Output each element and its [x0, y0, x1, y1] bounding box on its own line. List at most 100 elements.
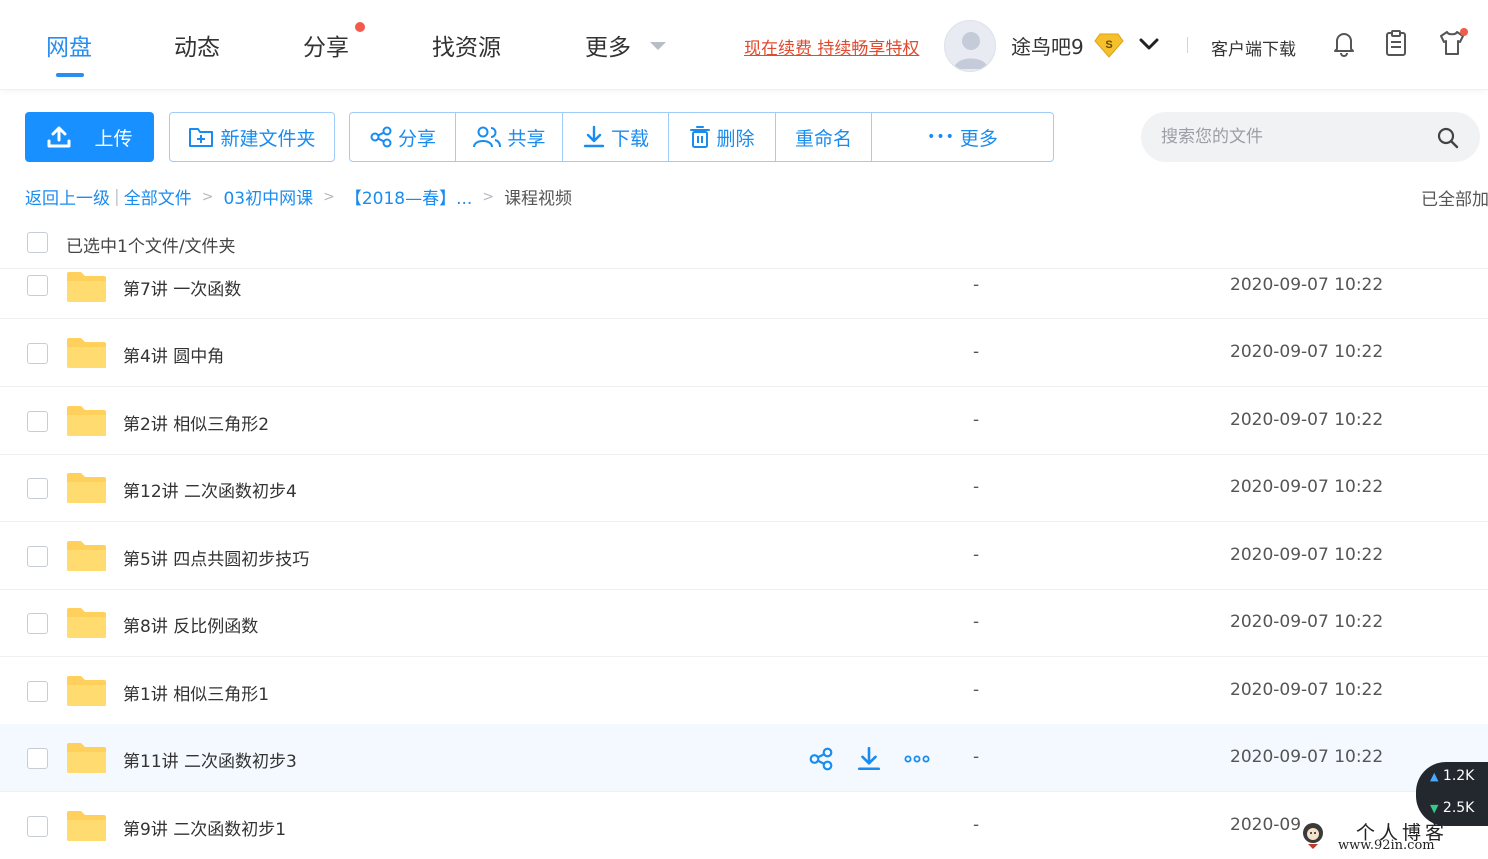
file-size: -: [973, 410, 980, 430]
username[interactable]: 途鸟吧9: [1011, 31, 1084, 60]
row-more-icon[interactable]: [904, 746, 930, 772]
watermark: 个人博客 www.92in.com: [1298, 818, 1478, 858]
nav-active-underline: [56, 73, 84, 77]
table-row[interactable]: 第7讲 一次函数 - 2020-09-07 10:22: [0, 269, 1488, 319]
nav-tab-activity[interactable]: 动态: [174, 28, 220, 62]
row-hover-actions: [808, 746, 930, 772]
search-icon[interactable]: [1436, 126, 1460, 150]
upload-label: 上传: [94, 127, 133, 150]
folder-icon: [67, 811, 106, 841]
arrow-down-icon: ▼: [1430, 802, 1439, 815]
breadcrumb-arrow: >: [482, 188, 495, 205]
folder-icon: [67, 272, 106, 302]
file-name[interactable]: 第4讲 圆中角: [123, 342, 224, 367]
table-row[interactable]: 第1讲 相似三角形1 - 2020-09-07 10:22: [0, 657, 1488, 725]
folder-icon: [67, 473, 106, 503]
breadcrumb-2018-spring[interactable]: 【2018—春】...: [345, 184, 472, 209]
new-folder-label: 新建文件夹: [220, 127, 316, 150]
file-name[interactable]: 第1讲 相似三角形1: [123, 680, 269, 705]
new-folder-icon: [189, 128, 214, 147]
share-icon: [370, 126, 392, 148]
new-folder-button[interactable]: 新建文件夹: [169, 112, 335, 162]
transfer-speed-widget[interactable]: ▲ 1.2K ▼ 2.5K: [1416, 762, 1488, 826]
breadcrumb-back-link[interactable]: 返回上一级: [25, 184, 110, 209]
co-share-button[interactable]: 共享: [456, 113, 563, 161]
rename-button[interactable]: 重命名: [776, 113, 872, 161]
file-name[interactable]: 第5讲 四点共圆初步技巧: [123, 545, 309, 570]
bell-icon[interactable]: [1329, 28, 1359, 58]
delete-button[interactable]: 删除: [669, 113, 776, 161]
row-checkbox[interactable]: [27, 816, 48, 837]
table-row-hovered[interactable]: 第11讲 二次函数初步3 - 2020-09-07 10:22: [0, 724, 1488, 792]
file-date: 2020-09-07 10:22: [1230, 477, 1384, 497]
shirt-notification-dot: [1460, 28, 1468, 36]
breadcrumb-arrow: >: [201, 188, 214, 205]
loaded-all-status: 已全部加: [1421, 190, 1488, 210]
row-checkbox[interactable]: [27, 613, 48, 634]
select-all-checkbox[interactable]: [27, 232, 48, 253]
folder-icon: [67, 743, 106, 773]
upload-speed: ▲ 1.2K: [1430, 768, 1474, 784]
table-row[interactable]: 第4讲 圆中角 - 2020-09-07 10:22: [0, 319, 1488, 387]
file-date: 2020-09-07 10:22: [1230, 747, 1384, 767]
table-row[interactable]: 第12讲 二次函数初步4 - 2020-09-07 10:22: [0, 454, 1488, 522]
share-button[interactable]: 分享: [350, 113, 456, 161]
row-checkbox[interactable]: [27, 478, 48, 499]
avatar[interactable]: [944, 20, 996, 72]
client-download-link[interactable]: 客户端下载: [1211, 35, 1296, 60]
user-silhouette-icon: [954, 32, 988, 69]
user-menu-chevron-down-icon[interactable]: [1138, 35, 1160, 53]
rename-label: 重命名: [794, 127, 852, 150]
more-actions-button[interactable]: ••• 更多: [872, 113, 1053, 161]
file-name[interactable]: 第9讲 二次函数初步1: [123, 815, 286, 840]
breadcrumb: 返回上一级 | 全部文件 > 03初中网课 > 【2018—春】... > 课程…: [25, 184, 573, 210]
file-size: -: [973, 275, 980, 295]
breadcrumb-middle-school[interactable]: 03初中网课: [223, 184, 313, 209]
breadcrumb-all-files[interactable]: 全部文件: [124, 184, 192, 209]
watermark-url: www.92in.com: [1338, 838, 1435, 853]
co-share-label: 共享: [507, 127, 546, 150]
row-checkbox[interactable]: [27, 343, 48, 364]
row-checkbox[interactable]: [27, 411, 48, 432]
divider: [1187, 37, 1188, 53]
more-actions-label: 更多: [959, 127, 998, 150]
row-share-icon[interactable]: [808, 746, 834, 772]
row-download-icon[interactable]: [856, 746, 882, 772]
row-checkbox[interactable]: [27, 546, 48, 567]
file-name[interactable]: 第12讲 二次函数初步4: [123, 477, 297, 502]
folder-icon: [67, 608, 106, 638]
nav-tab-netdisk[interactable]: 网盘: [46, 28, 92, 62]
table-row[interactable]: 第5讲 四点共圆初步技巧 - 2020-09-07 10:22: [0, 522, 1488, 590]
file-name[interactable]: 第8讲 反比例函数: [123, 612, 258, 637]
file-name[interactable]: 第7讲 一次函数: [123, 275, 241, 300]
row-checkbox[interactable]: [27, 275, 48, 296]
row-checkbox[interactable]: [27, 748, 48, 769]
file-size: -: [973, 477, 980, 497]
share-notification-dot: [355, 22, 365, 32]
renew-promo-link[interactable]: 现在续费 持续畅享特权: [744, 34, 919, 59]
nav-tab-more[interactable]: 更多: [585, 28, 631, 62]
search-input[interactable]: [1161, 112, 1431, 162]
file-name[interactable]: 第11讲 二次函数初步3: [123, 747, 297, 772]
table-row[interactable]: 第8讲 反比例函数 - 2020-09-07 10:22: [0, 589, 1488, 657]
nav-tab-share[interactable]: 分享: [303, 28, 349, 62]
download-button[interactable]: 下载: [563, 113, 669, 161]
row-checkbox[interactable]: [27, 681, 48, 702]
top-navigation-bar: 网盘 动态 分享 找资源 更多 现在续费 持续畅享特权 途鸟吧9 S 客户端下载: [0, 0, 1488, 90]
upload-button[interactable]: 上传: [25, 112, 154, 162]
clipboard-icon[interactable]: [1381, 28, 1411, 58]
table-row[interactable]: 第2讲 相似三角形2 - 2020-09-07 10:22: [0, 387, 1488, 455]
vip-diamond-icon: S: [1094, 33, 1124, 58]
table-row[interactable]: 第9讲 二次函数初步1 - 2020-09: [0, 792, 1488, 859]
file-date: 2020-09: [1230, 815, 1302, 835]
trash-icon: [690, 126, 711, 148]
upload-icon: [47, 126, 71, 148]
nav-tab-find-resources[interactable]: 找资源: [432, 28, 501, 62]
file-name[interactable]: 第2讲 相似三角形2: [123, 410, 269, 435]
file-size: -: [973, 545, 980, 565]
breadcrumb-arrow: >: [323, 188, 335, 205]
upload-speed-value: 1.2K: [1442, 768, 1475, 784]
download-icon: [583, 125, 605, 148]
more-caret-down-icon[interactable]: [650, 42, 666, 50]
breadcrumb-current: 课程视频: [504, 189, 573, 209]
